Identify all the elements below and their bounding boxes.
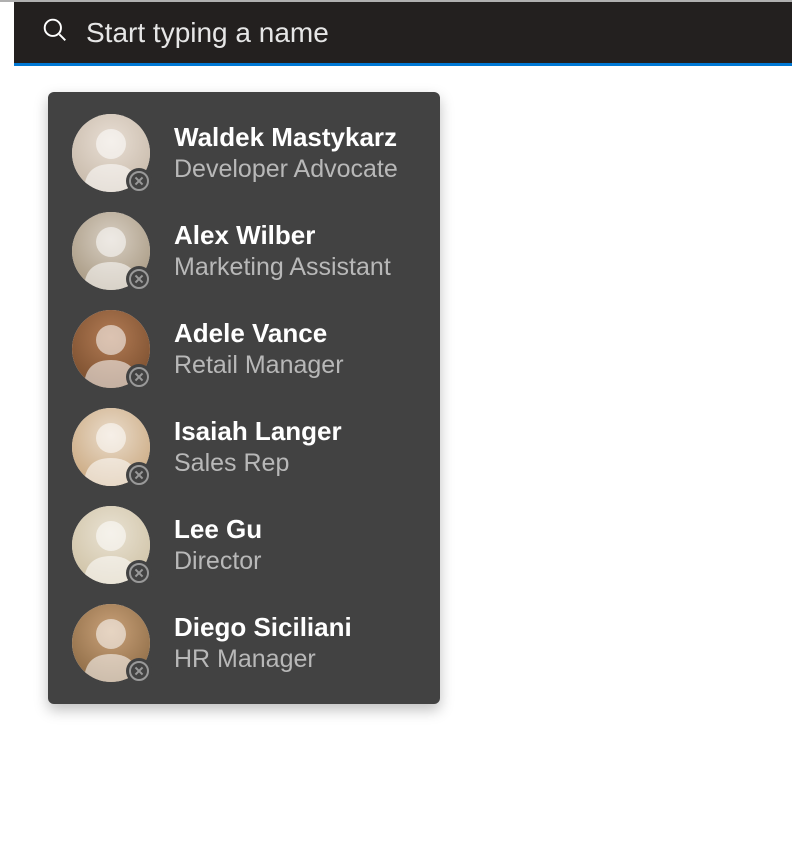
person-text: Isaiah Langer Sales Rep [174, 415, 342, 479]
person-title: HR Manager [174, 644, 352, 675]
person-name: Lee Gu [174, 513, 262, 546]
person-title: Retail Manager [174, 350, 344, 381]
person-text: Waldek Mastykarz Developer Advocate [174, 121, 398, 185]
person-title: Developer Advocate [174, 154, 398, 185]
person-title: Marketing Assistant [174, 252, 391, 283]
person-title: Sales Rep [174, 448, 342, 479]
person-name: Alex Wilber [174, 219, 391, 252]
avatar [72, 604, 150, 682]
person-name: Waldek Mastykarz [174, 121, 398, 154]
person-title: Director [174, 546, 262, 577]
avatar [72, 506, 150, 584]
person-name: Isaiah Langer [174, 415, 342, 448]
person-item[interactable]: Lee Gu Director [48, 496, 440, 594]
person-name: Adele Vance [174, 317, 344, 350]
presence-offline-icon [126, 560, 152, 586]
avatar [72, 114, 150, 192]
person-text: Alex Wilber Marketing Assistant [174, 219, 391, 283]
presence-offline-icon [126, 364, 152, 390]
presence-offline-icon [126, 266, 152, 292]
presence-offline-icon [126, 462, 152, 488]
person-item[interactable]: Waldek Mastykarz Developer Advocate [48, 104, 440, 202]
presence-offline-icon [126, 168, 152, 194]
presence-offline-icon [126, 658, 152, 684]
person-text: Diego Siciliani HR Manager [174, 611, 352, 675]
avatar [72, 310, 150, 388]
person-text: Lee Gu Director [174, 513, 262, 577]
person-text: Adele Vance Retail Manager [174, 317, 344, 381]
people-picker-dropdown: Waldek Mastykarz Developer Advocate Alex… [48, 92, 440, 704]
avatar [72, 408, 150, 486]
search-bar[interactable] [14, 2, 792, 66]
person-item[interactable]: Isaiah Langer Sales Rep [48, 398, 440, 496]
person-item[interactable]: Alex Wilber Marketing Assistant [48, 202, 440, 300]
person-item[interactable]: Diego Siciliani HR Manager [48, 594, 440, 692]
search-input[interactable] [86, 17, 768, 49]
person-name: Diego Siciliani [174, 611, 352, 644]
avatar [72, 212, 150, 290]
person-item[interactable]: Adele Vance Retail Manager [48, 300, 440, 398]
search-icon [42, 17, 68, 48]
